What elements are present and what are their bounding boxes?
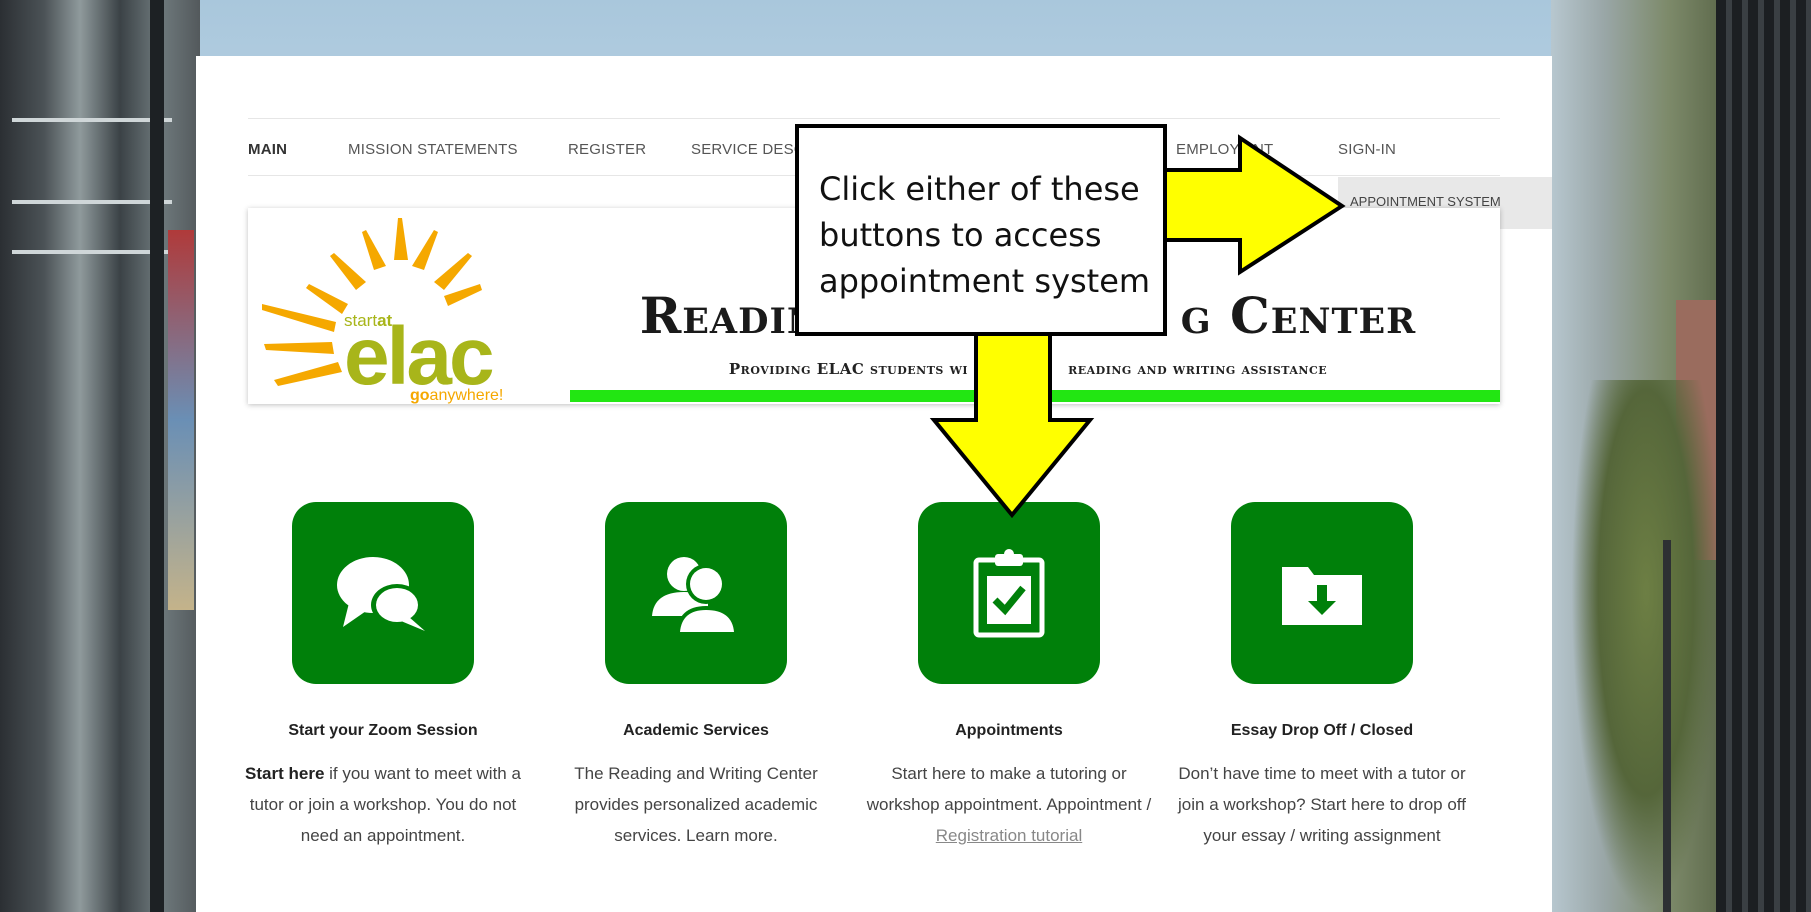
appointments-button[interactable] — [918, 502, 1100, 684]
balcony-rail — [12, 250, 172, 254]
banner-green-bar — [570, 390, 1500, 402]
card-academic-services: Academic Services The Reading and Writin… — [549, 502, 843, 851]
balcony-rail — [12, 118, 172, 122]
card-title: Academic Services — [623, 722, 769, 739]
site-tagline: Providing ELAC students wi reading and wr… — [578, 360, 1478, 378]
nav-item-register[interactable]: REGISTER — [568, 141, 646, 158]
academic-services-button[interactable] — [605, 502, 787, 684]
hanging-banner — [168, 230, 194, 610]
callout-text: Click either of these buttons to access … — [819, 170, 1151, 300]
submenu-label: APPOINTMENT SYSTEM — [1350, 194, 1501, 209]
essay-drop-off-button[interactable] — [1231, 502, 1413, 684]
card-title: Start your Zoom Session — [288, 722, 478, 739]
folder-download-icon — [1282, 567, 1362, 625]
card-description: The Reading and Writing Center provides … — [574, 764, 818, 845]
tree — [1571, 380, 1721, 912]
card-essay-drop-off: Essay Drop Off / Closed Don’t have time … — [1175, 502, 1469, 851]
building-facade — [1716, 0, 1811, 912]
nav-item-sign-in[interactable]: SIGN-IN — [1338, 141, 1396, 158]
callout-box: Click either of these buttons to access … — [795, 124, 1167, 336]
nav-item-main[interactable]: MAIN — [248, 141, 287, 158]
nav-item-employment[interactable]: EMPLOY — [1176, 141, 1240, 158]
tagline-part2: reading and writing assistance — [1068, 360, 1328, 378]
nav-item-employment-suffix: NT — [1253, 141, 1274, 158]
card-zoom-session: Start your Zoom Session Start here if yo… — [236, 502, 530, 851]
card-title: Essay Drop Off / Closed — [1230, 722, 1414, 739]
card-title: Appointments — [955, 722, 1063, 739]
balcony-rail — [12, 200, 172, 204]
building-post — [150, 0, 164, 912]
zoom-session-button[interactable] — [292, 502, 474, 684]
site-title-part2: g Center — [1180, 286, 1417, 345]
start-here-link[interactable]: Start here — [245, 764, 324, 783]
elac-logo: startat elac goanywhere! — [262, 218, 503, 404]
card-description-text: Start here to make a tutoring or worksho… — [866, 764, 1152, 814]
card-description: Start here if you want to meet with a tu… — [236, 758, 530, 851]
chat-bubbles-icon — [337, 557, 425, 631]
logo-goanywhere: goanywhere! — [410, 387, 503, 404]
card-description: Don’t have time to meet with a tutor or … — [1178, 764, 1466, 845]
nav-item-mission-statements[interactable]: MISSION STATEMENTS — [348, 141, 518, 158]
card-description: Start here to make a tutoring or worksho… — [862, 758, 1156, 851]
background-photo-right — [1551, 0, 1811, 912]
nav-item-service-descriptions[interactable]: SERVICE DESC — [691, 141, 805, 158]
users-icon — [652, 557, 738, 634]
clipboard-check-icon — [973, 549, 1045, 638]
tagline-part1: Providing ELAC students wi — [728, 360, 969, 378]
lamp-post — [1663, 540, 1671, 912]
registration-tutorial-link[interactable]: Registration tutorial — [936, 826, 1082, 845]
background-photo-left — [0, 0, 200, 912]
card-appointments: Appointments Start here to make a tutori… — [862, 502, 1156, 851]
